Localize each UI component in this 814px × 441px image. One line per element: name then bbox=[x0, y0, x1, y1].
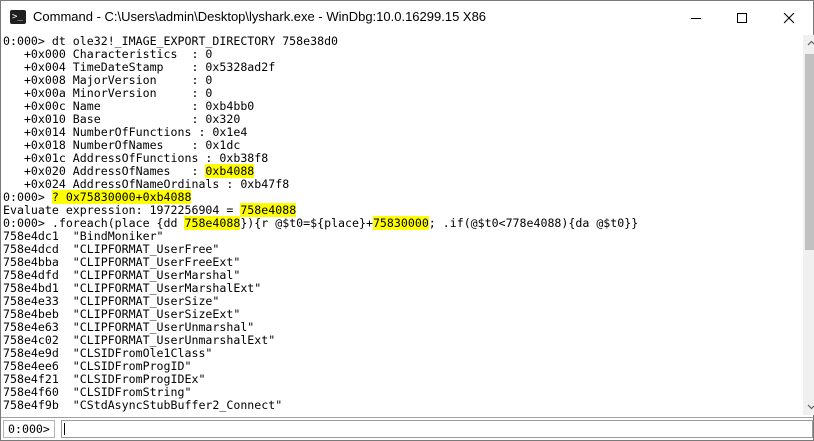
highlighted-text: ? 0x75830000+0xb4088 bbox=[51, 190, 192, 204]
console-icon: >_ bbox=[10, 10, 26, 24]
highlighted-text: 758e4088 bbox=[240, 203, 297, 217]
scroll-up-button[interactable] bbox=[803, 35, 814, 52]
output-text: +0x018 NumberOfNames : 0x1dc bbox=[3, 138, 241, 152]
scroll-thumb[interactable] bbox=[805, 54, 814, 250]
output-text: ; .if(@$t0<778e4088){da @$t0}} bbox=[428, 216, 639, 230]
output-text: +0x000 Characteristics : 0 bbox=[3, 47, 213, 61]
output-text: +0x00a MinorVersion : 0 bbox=[3, 86, 213, 100]
output-text: +0x00c Name : 0xb4bb0 bbox=[3, 99, 255, 113]
close-button[interactable] bbox=[766, 1, 812, 35]
output-text: }){r @$t0=${place}+ bbox=[240, 216, 373, 230]
output-line: 758e4f9b "CStdAsyncStubBuffer2_Connect" bbox=[3, 399, 803, 412]
output-text: 758e4f60 "CLSIDFromString" bbox=[3, 385, 192, 399]
text-caret bbox=[64, 423, 65, 435]
output-text: +0x004 TimeDateStamp : 0x5328ad2f bbox=[3, 60, 276, 74]
output-text: 758e4f9b "CStdAsyncStubBuffer2_Connect" bbox=[3, 398, 283, 412]
output-text: 758e4e33 "CLIPFORMAT_UserSize" bbox=[3, 294, 220, 308]
output-text: 758e4dc1 "BindMoniker" bbox=[3, 229, 164, 243]
windbg-command-window: >_ Command - C:\Users\admin\Desktop\lysh… bbox=[0, 0, 814, 441]
output-text: +0x01c AddressOfFunctions : 0xb38f8 bbox=[3, 151, 269, 165]
output-text: +0x014 NumberOfFunctions : 0x1e4 bbox=[3, 125, 248, 139]
close-icon bbox=[783, 12, 795, 24]
output-text: 758e4ee6 "CLSIDFromProgID" bbox=[3, 359, 192, 373]
output-text: 758e4e9d "CLSIDFromOle1Class" bbox=[3, 346, 213, 360]
command-input[interactable] bbox=[61, 420, 813, 438]
minimize-icon bbox=[691, 18, 701, 19]
output-text: 0:000> bbox=[3, 190, 52, 204]
output-text: 758e4e63 "CLIPFORMAT_UserUnmarshal" bbox=[3, 320, 255, 334]
highlighted-text: 758e4088 bbox=[184, 216, 241, 230]
output-text: +0x024 AddressOfNameOrdinals : 0xb47f8 bbox=[3, 177, 290, 191]
output-text: +0x008 MajorVersion : 0 bbox=[3, 73, 213, 87]
title-bar[interactable]: >_ Command - C:\Users\admin\Desktop\lysh… bbox=[1, 1, 813, 35]
scroll-down-button[interactable] bbox=[803, 398, 814, 415]
highlighted-text: 75830000 bbox=[372, 216, 429, 230]
highlighted-text: 0xb4088 bbox=[205, 164, 255, 178]
output-text: 758e4beb "CLIPFORMAT_UserSizeExt" bbox=[3, 307, 241, 321]
output-text: 758e4bd1 "CLIPFORMAT_UserMarshalExt" bbox=[3, 281, 262, 295]
command-bar: 0:000> bbox=[1, 417, 813, 440]
chevron-up-icon bbox=[807, 40, 814, 46]
command-output[interactable]: 0:000> dt ole32!_IMAGE_EXPORT_DIRECTORY … bbox=[3, 35, 803, 415]
maximize-button[interactable] bbox=[719, 1, 765, 35]
window-title: Command - C:\Users\admin\Desktop\lyshark… bbox=[33, 9, 487, 24]
minimize-button[interactable] bbox=[673, 1, 719, 35]
output-text: +0x020 AddressOfNames : bbox=[3, 164, 206, 178]
output-text: 758e4bba "CLIPFORMAT_UserFreeExt" bbox=[3, 255, 241, 269]
chevron-down-icon bbox=[807, 404, 814, 410]
console-icon-glyph: >_ bbox=[12, 12, 23, 22]
output-text: 758e4dcd "CLIPFORMAT_UserFree" bbox=[3, 242, 220, 256]
vertical-scrollbar[interactable] bbox=[803, 35, 814, 415]
maximize-icon bbox=[737, 13, 747, 23]
output-text: 758e4dfd "CLIPFORMAT_UserMarshal" bbox=[3, 268, 241, 282]
output-text: +0x010 Base : 0x320 bbox=[3, 112, 241, 126]
output-text: 758e4f21 "CLSIDFromProgIDEx" bbox=[3, 372, 206, 386]
output-text: 758e4c02 "CLIPFORMAT_UserUnmarshalExt" bbox=[3, 333, 276, 347]
output-text: Evaluate expression: 1972256904 = bbox=[3, 203, 241, 217]
command-prompt: 0:000> bbox=[3, 420, 55, 438]
output-text: 0:000> .foreach(place {dd bbox=[3, 216, 185, 230]
